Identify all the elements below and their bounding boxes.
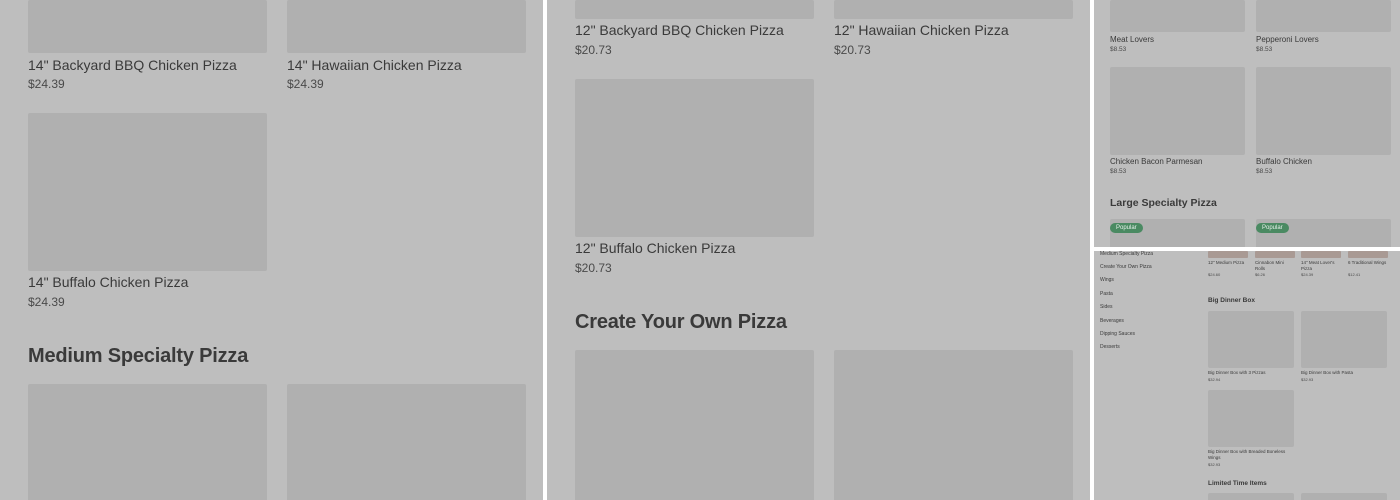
product-price: $32.93 (1301, 377, 1314, 382)
section-heading: Medium Specialty Pizza (28, 345, 249, 367)
product-name[interactable]: Big Dinner Box with Pasta (1301, 370, 1387, 376)
product-price: $24.39 (287, 77, 324, 91)
popular-badge: Popular (1256, 223, 1289, 233)
product-image[interactable] (834, 0, 1073, 19)
product-name[interactable]: Cinnabon Mini Rolls (1255, 260, 1295, 271)
product-image[interactable] (1208, 493, 1294, 500)
product-price: $8.53 (1110, 168, 1127, 175)
product-image[interactable] (28, 0, 267, 53)
product-price: $24.60 (1208, 272, 1221, 277)
product-image[interactable] (287, 384, 526, 500)
product-name[interactable]: 12" Medium Pizza (1208, 260, 1248, 266)
section-heading: Limited Time Items (1208, 480, 1267, 487)
sidebar-item-create-your-own-pizza[interactable]: Create Your Own Pizza (1100, 264, 1152, 270)
product-image[interactable] (575, 0, 814, 19)
product-name[interactable]: 14" Hawaiian Chicken Pizza (287, 57, 462, 73)
product-image[interactable] (834, 350, 1073, 500)
popular-badge: Popular (1110, 223, 1143, 233)
product-image[interactable] (575, 79, 814, 237)
menu-panel-14in-chicken: 14" Backyard BBQ Chicken Pizza $24.39 14… (0, 0, 543, 500)
section-heading: Create Your Own Pizza (575, 311, 787, 333)
product-name[interactable]: 12" Backyard BBQ Chicken Pizza (575, 22, 784, 38)
product-price: $12.41 (1348, 272, 1361, 277)
sidebar-item-medium-specialty-pizza[interactable]: Medium Specialty Pizza (1100, 251, 1153, 257)
product-name[interactable]: Meat Lovers (1110, 35, 1154, 44)
product-name[interactable]: Big Dinner Box with 3 Pizzas (1208, 370, 1294, 376)
product-image[interactable] (1208, 311, 1294, 368)
menu-panel-12in-chicken: 12" Backyard BBQ Chicken Pizza $20.73 12… (547, 0, 1090, 500)
product-name[interactable]: 14" Backyard BBQ Chicken Pizza (28, 57, 237, 73)
product-image[interactable] (287, 0, 526, 53)
sidebar-item-beverages[interactable]: Beverages (1100, 318, 1124, 324)
product-price: $8.53 (1256, 46, 1273, 53)
product-name[interactable]: 14" Meat Lover's Pizza (1301, 260, 1341, 271)
menu-panel-full-page: Medium Specialty Pizza Create Your Own P… (1094, 251, 1400, 500)
product-image[interactable] (575, 350, 814, 500)
menu-panel-lovers: Meat Lovers $8.53 Pepperoni Lovers $8.53… (1094, 0, 1400, 247)
product-image[interactable] (28, 384, 267, 500)
sidebar-item-sides[interactable]: Sides (1100, 304, 1113, 310)
sidebar-item-dipping-sauces[interactable]: Dipping Sauces (1100, 331, 1135, 337)
section-heading: Big Dinner Box (1208, 297, 1255, 304)
product-image[interactable] (1208, 251, 1248, 258)
product-price: $24.39 (1301, 272, 1314, 277)
product-price: $24.39 (28, 77, 65, 91)
product-name[interactable]: 14" Buffalo Chicken Pizza (28, 274, 188, 290)
product-price: $24.39 (28, 295, 65, 309)
product-name[interactable]: Chicken Bacon Parmesan (1110, 157, 1203, 166)
product-image[interactable] (1110, 0, 1245, 32)
product-price: $8.53 (1110, 46, 1127, 53)
product-name[interactable]: 6 Traditional Wings (1348, 260, 1388, 266)
sidebar-item-pasta[interactable]: Pasta (1100, 291, 1113, 297)
product-image[interactable] (28, 113, 267, 271)
product-name[interactable]: Pepperoni Lovers (1256, 35, 1319, 44)
product-price: $6.26 (1255, 272, 1266, 277)
product-price: $20.73 (575, 43, 612, 57)
sidebar-item-wings[interactable]: Wings (1100, 277, 1114, 283)
sidebar-item-desserts[interactable]: Desserts (1100, 344, 1120, 350)
product-image[interactable] (1301, 311, 1387, 368)
product-image[interactable] (1110, 67, 1245, 155)
product-name[interactable]: 12" Hawaiian Chicken Pizza (834, 22, 1009, 38)
product-image[interactable] (1301, 493, 1387, 500)
product-price: $32.93 (1208, 462, 1221, 467)
product-image[interactable] (1208, 390, 1294, 447)
product-price: $20.73 (575, 261, 612, 275)
product-price: $32.94 (1208, 377, 1221, 382)
product-image[interactable] (1256, 0, 1391, 32)
product-image[interactable] (1256, 67, 1391, 155)
section-heading: Large Specialty Pizza (1110, 197, 1217, 209)
product-name[interactable]: 12" Buffalo Chicken Pizza (575, 240, 735, 256)
product-price: $20.73 (834, 43, 871, 57)
product-name[interactable]: Buffalo Chicken (1256, 157, 1312, 166)
product-image[interactable] (1348, 251, 1388, 258)
product-price: $8.53 (1256, 168, 1273, 175)
product-name[interactable]: Big Dinner Box with Breaded Boneless Win… (1208, 449, 1294, 460)
product-image[interactable] (1255, 251, 1295, 258)
product-image[interactable] (1301, 251, 1341, 258)
